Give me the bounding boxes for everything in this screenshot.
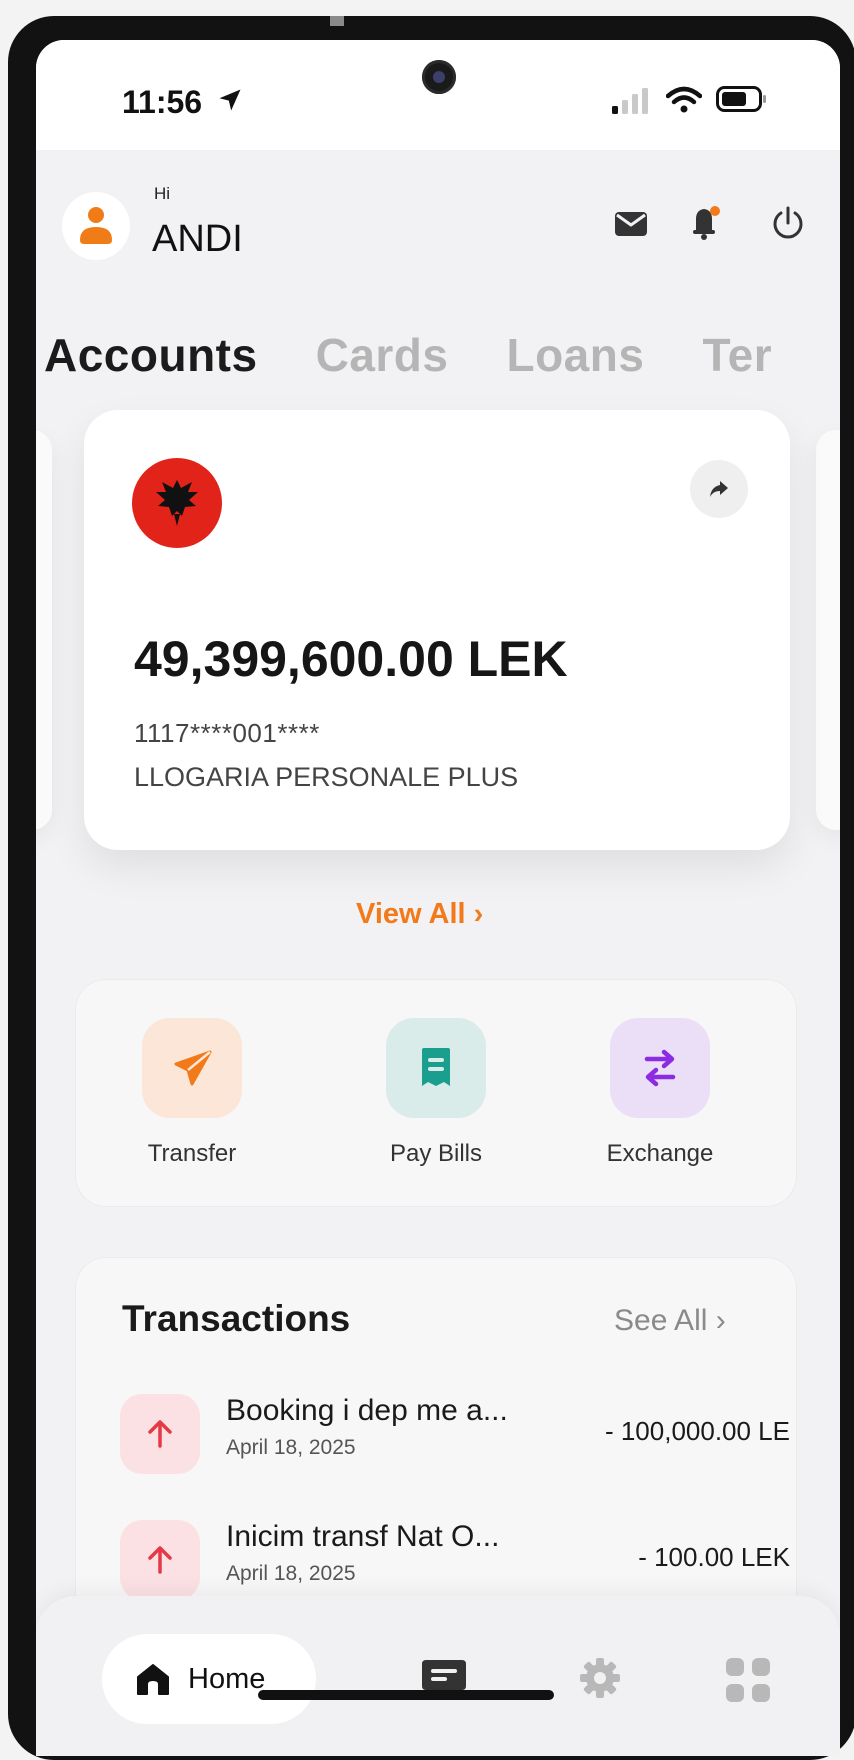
settings-gear-icon[interactable] — [578, 1656, 622, 1700]
outgoing-arrow-icon — [120, 1394, 200, 1474]
greeting-label: Hi — [154, 184, 171, 203]
account-card[interactable]: 49,399,600.00 LEK 1117****001**** LLOGAR… — [84, 410, 790, 850]
status-time: 11:56 — [122, 84, 203, 120]
paper-plane-icon — [174, 1050, 212, 1086]
pay-bills-label: Pay Bills — [389, 1140, 483, 1167]
home-icon — [137, 1664, 169, 1695]
front-camera — [422, 60, 456, 94]
transfer-tile[interactable] — [142, 1018, 242, 1118]
product-tabs: Accounts Cards Loans Ter — [44, 328, 830, 382]
quick-actions-panel: Transfer Pay Bills Exchange — [76, 980, 796, 1206]
signal-icon — [612, 88, 648, 114]
transaction-name: Inicim transf Nat O... — [226, 1520, 500, 1553]
bottom-nav: Home — [36, 1596, 840, 1756]
app-screen: 11:56 Hi ANDI Accounts Cards Loans Ter 4… — [36, 40, 840, 1756]
location-arrow-icon — [219, 89, 241, 111]
exchange-tile[interactable] — [610, 1018, 710, 1118]
account-type: LLOGARIA PERSONALE PLUS — [134, 762, 519, 792]
account-number: 1117****001**** — [134, 718, 320, 748]
nav-home-label: Home — [188, 1662, 266, 1695]
menu-grid-icon[interactable] — [724, 1656, 772, 1704]
transaction-row[interactable]: Booking i dep me a... April 18, 2025 - 1… — [120, 1394, 790, 1474]
logout-power-icon[interactable] — [770, 204, 806, 240]
status-bar: 11:56 — [36, 40, 840, 150]
phone-edge-detail — [330, 16, 344, 26]
albania-flag-icon — [132, 458, 222, 548]
see-all-transactions-link[interactable]: See All › — [614, 1304, 726, 1338]
view-all-accounts-link[interactable]: View All › — [356, 898, 483, 931]
nav-home[interactable]: Home — [102, 1634, 316, 1724]
pay-bills-action[interactable]: Pay Bills — [336, 1018, 536, 1168]
pay-bills-tile[interactable] — [386, 1018, 486, 1118]
transaction-name: Booking i dep me a... — [226, 1394, 508, 1427]
transfer-action[interactable]: Transfer — [92, 1018, 292, 1168]
notification-bell-icon[interactable] — [688, 204, 722, 240]
swap-arrows-icon — [644, 1049, 676, 1087]
outgoing-arrow-icon — [120, 1520, 200, 1600]
home-indicator[interactable] — [258, 1690, 554, 1700]
battery-icon — [716, 86, 766, 112]
avatar[interactable] — [62, 192, 130, 260]
user-name: ANDI — [152, 218, 243, 260]
tab-loans[interactable]: Loans — [506, 328, 644, 382]
transaction-amount: - 100,000.00 LE — [604, 1416, 790, 1446]
mail-icon[interactable] — [614, 208, 648, 238]
tab-accounts[interactable]: Accounts — [44, 328, 258, 382]
tab-cards[interactable]: Cards — [316, 328, 449, 382]
share-button[interactable] — [690, 460, 748, 518]
user-icon — [80, 207, 112, 244]
transfer-label: Transfer — [147, 1140, 237, 1167]
transaction-date: April 18, 2025 — [226, 1562, 356, 1585]
receipt-icon — [422, 1048, 450, 1086]
exchange-action[interactable]: Exchange — [560, 1018, 760, 1168]
next-card-peek[interactable] — [816, 430, 840, 830]
share-arrow-icon — [710, 481, 728, 497]
exchange-label: Exchange — [606, 1140, 714, 1167]
transactions-title: Transactions — [122, 1298, 351, 1339]
transaction-date: April 18, 2025 — [226, 1436, 356, 1459]
transaction-amount: - 100.00 LEK — [638, 1542, 790, 1572]
transaction-row[interactable]: Inicim transf Nat O... April 18, 2025 - … — [120, 1520, 790, 1600]
wifi-icon — [666, 86, 702, 113]
tab-term[interactable]: Ter — [702, 328, 772, 382]
account-balance: 49,399,600.00 LEK — [134, 631, 568, 687]
previous-card-peek[interactable] — [36, 430, 52, 830]
